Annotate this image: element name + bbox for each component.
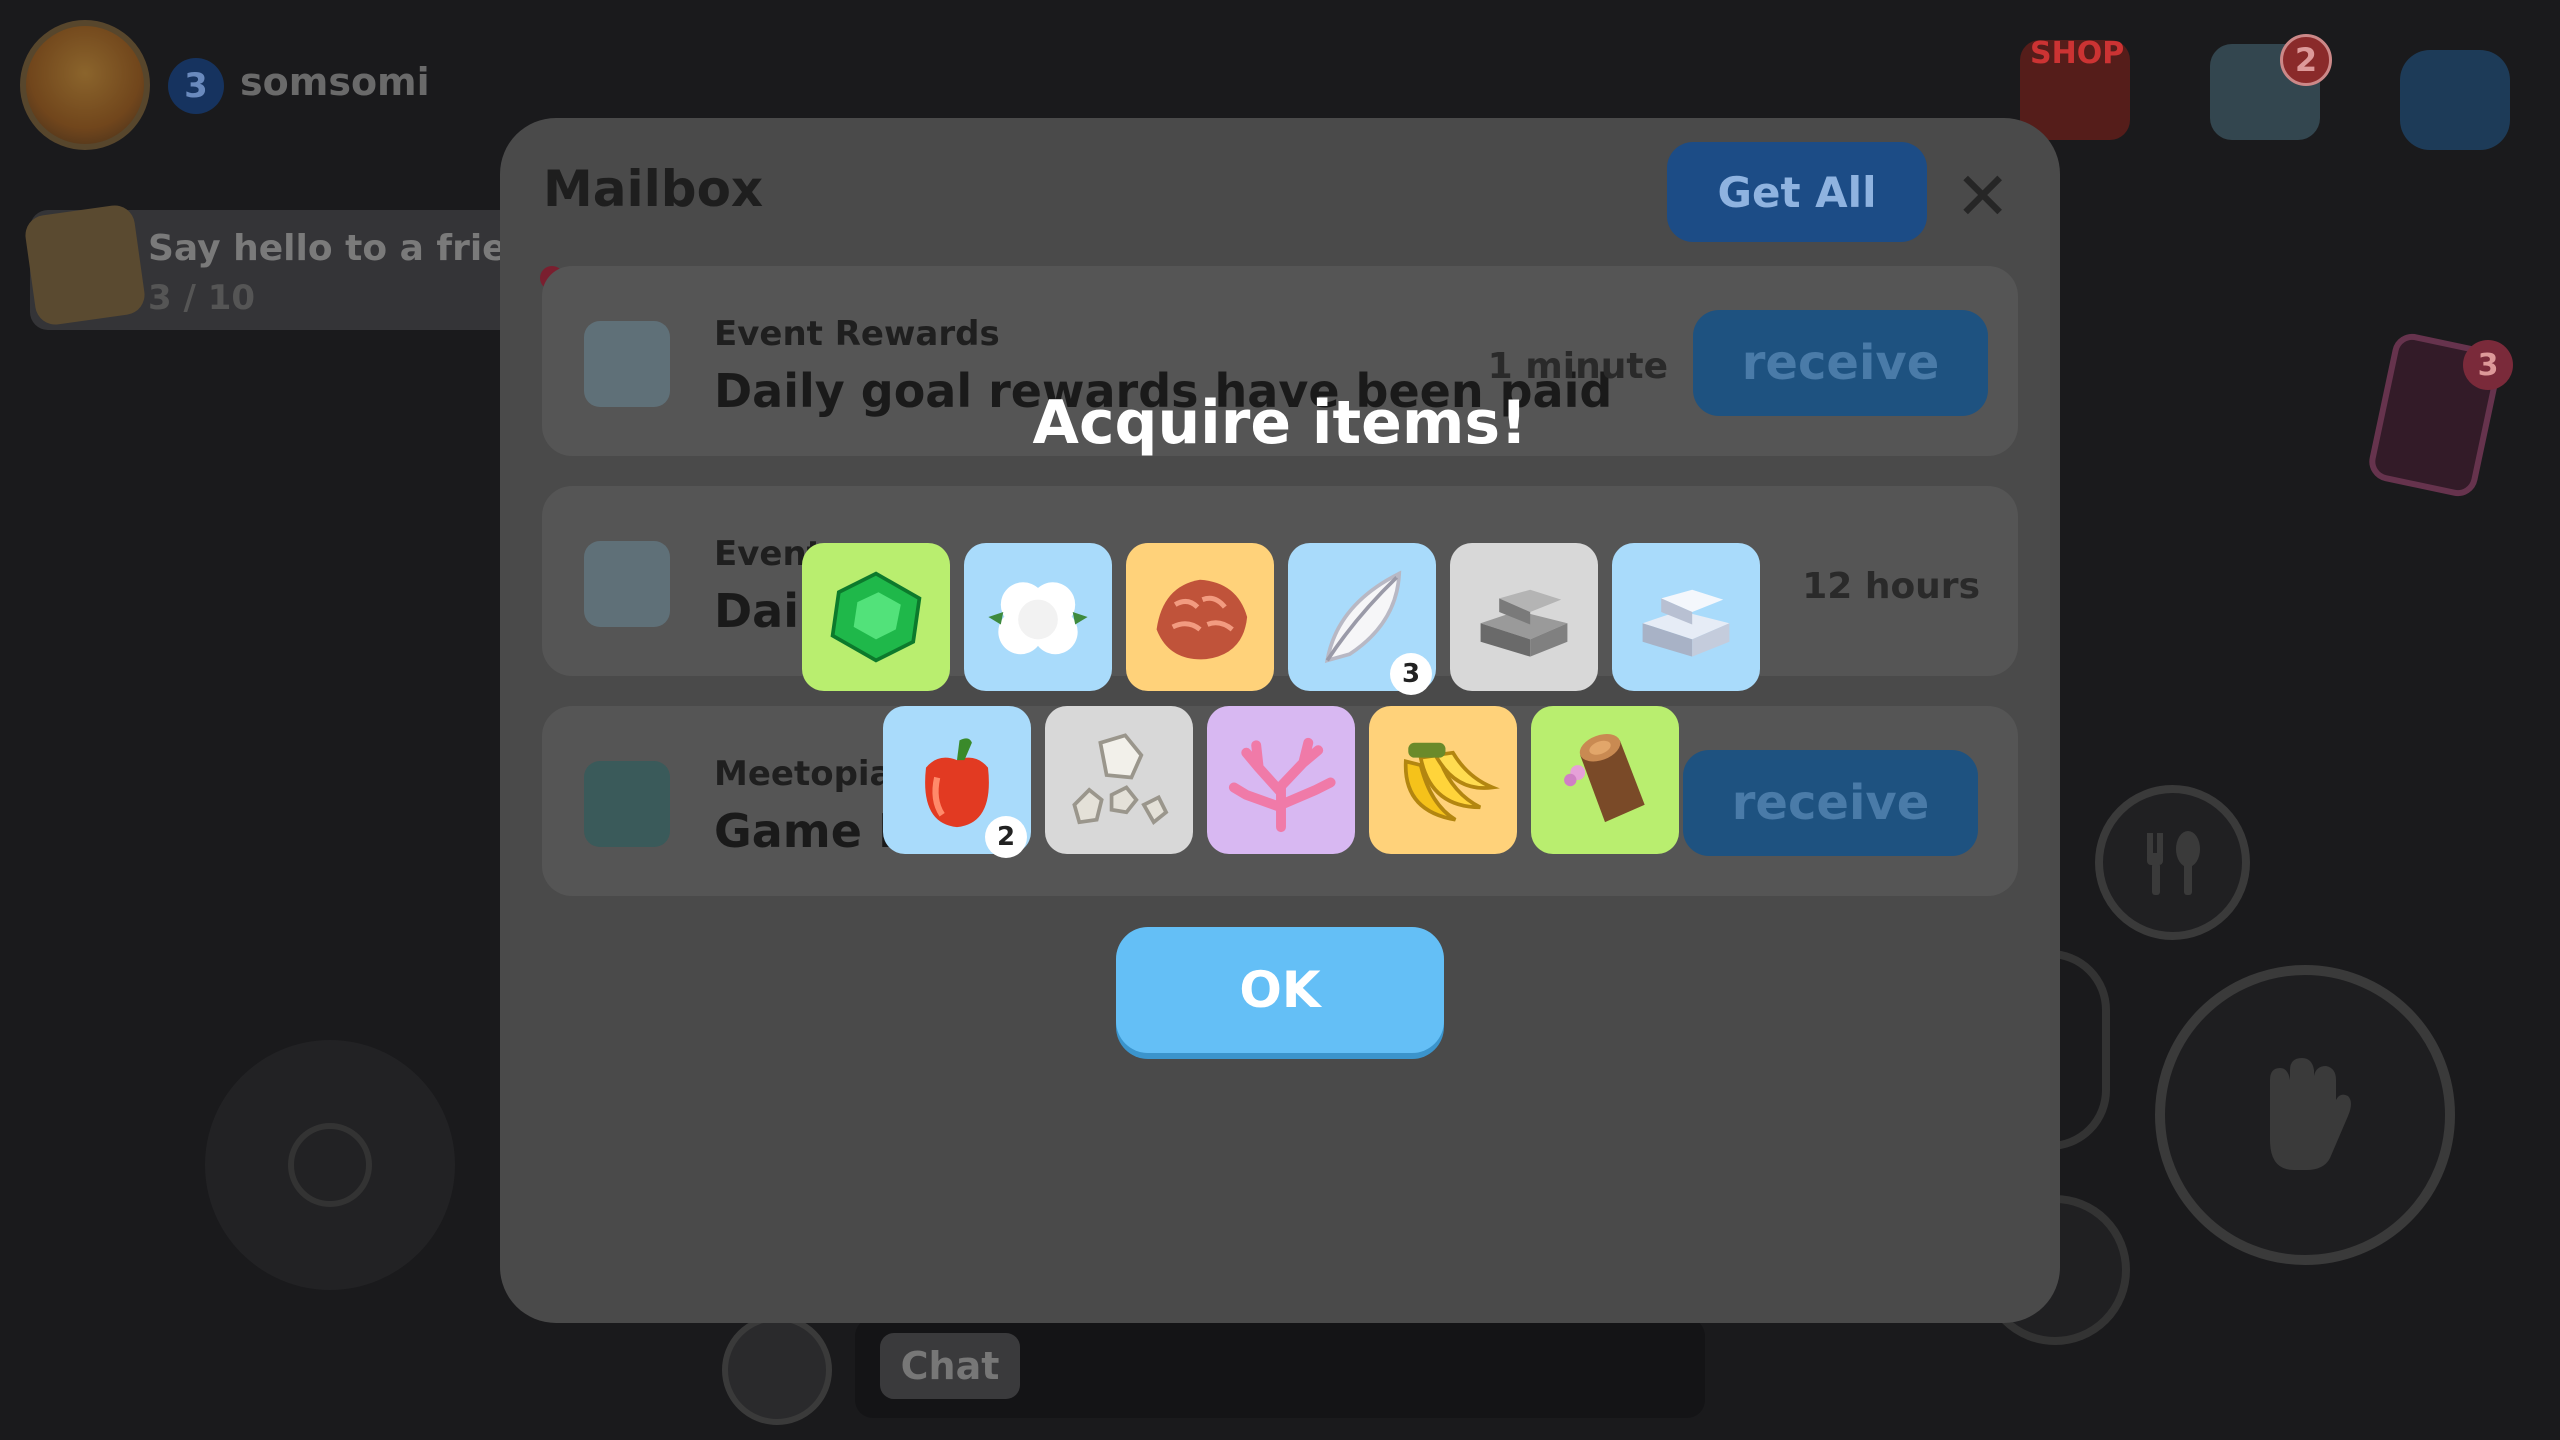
mail-row[interactable]: Event Dail 12 hours (542, 486, 2018, 676)
item-emerald (802, 543, 950, 691)
ok-button[interactable]: OK (1116, 927, 1444, 1053)
gift-icon (584, 761, 670, 847)
emerald-icon (830, 571, 922, 663)
quest-progress: 3 / 10 (148, 278, 256, 318)
item-stones (1045, 706, 1193, 854)
cotton-icon (988, 582, 1088, 655)
shop-label: SHOP (2030, 36, 2125, 71)
item-coral (1207, 706, 1355, 854)
silver-ingot-icon (1642, 589, 1730, 657)
item-banana (1369, 706, 1517, 854)
iron-ingot-icon (1480, 589, 1568, 657)
item-bell-pepper: 2 (883, 706, 1031, 858)
wave-hand-button[interactable] (2155, 965, 2455, 1265)
quest-title: Say hello to a friend (148, 228, 558, 269)
log-icon (1564, 734, 1645, 823)
item-cotton (964, 543, 1112, 691)
item-quantity-badge: 3 (1390, 653, 1432, 695)
item-quantity-badge: 2 (985, 816, 1027, 858)
backpack-button[interactable] (2400, 50, 2510, 150)
item-iron-ingot (1450, 543, 1598, 691)
joystick-knob[interactable] (288, 1123, 372, 1207)
coral-icon (1228, 737, 1336, 833)
fork-spoon-icon (2146, 830, 2200, 895)
close-icon[interactable]: ✕ (1955, 158, 2010, 235)
mail-count-badge: 2 (2280, 34, 2332, 86)
mail-category: Event Rewards (714, 314, 1000, 354)
mail-time: 1 minute (1487, 346, 1668, 387)
envelope-icon (584, 541, 670, 627)
eat-button[interactable] (2095, 785, 2250, 940)
hand-icon (2270, 1058, 2351, 1170)
stones-icon (1072, 733, 1169, 825)
mail-time: 12 hours (1802, 566, 1980, 607)
get-all-button[interactable]: Get All (1667, 142, 1927, 242)
level-badge: 3 (168, 58, 224, 114)
item-log (1531, 706, 1679, 854)
chat-button[interactable]: Chat (880, 1333, 1020, 1399)
fur-icon (1156, 579, 1248, 660)
item-fur (1126, 543, 1274, 691)
item-silver-ingot (1612, 543, 1760, 691)
mail-category: Meetopia (714, 754, 893, 794)
chat-avatar-button[interactable] (722, 1315, 832, 1425)
item-feather: 3 (1288, 543, 1436, 695)
phone-count-badge: 3 (2463, 340, 2513, 390)
banana-icon (1403, 742, 1500, 822)
mailbox-title: Mailbox (543, 160, 764, 218)
mail-text: Dail (714, 584, 815, 638)
player-name: somsomi (240, 60, 430, 104)
player-avatar[interactable] (20, 20, 150, 150)
acquire-items-title: Acquire items! (1032, 388, 1528, 458)
receive-button[interactable]: receive (1683, 750, 1978, 856)
quest-clipboard-icon (22, 202, 148, 328)
